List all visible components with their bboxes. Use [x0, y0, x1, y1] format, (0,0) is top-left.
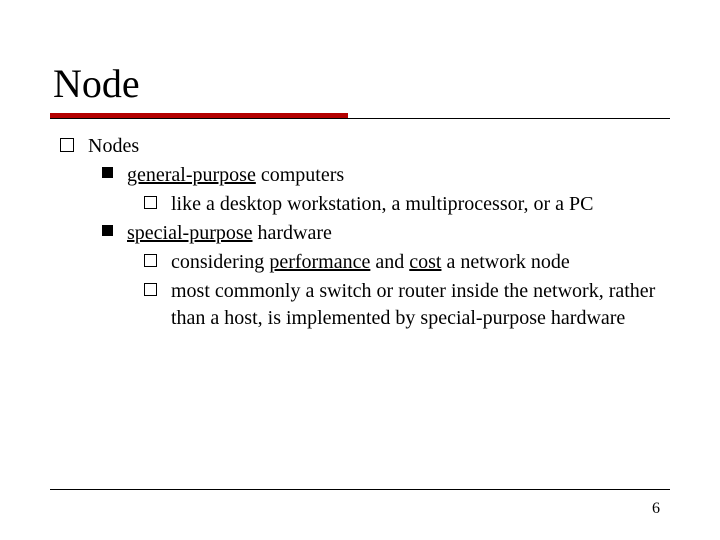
slide-body: Nodes general-purpose computers like a d…: [50, 133, 670, 332]
bullet-text: considering performance and cost a netwo…: [171, 249, 670, 276]
plain-text: computers: [256, 164, 344, 186]
bullet-level2: general-purpose computers: [102, 162, 670, 189]
square-open-icon: [144, 254, 157, 267]
title-underline-thin: [50, 118, 670, 119]
underline-text: performance: [269, 251, 370, 273]
bullet-text: general-purpose computers: [127, 162, 670, 189]
square-open-icon: [144, 196, 157, 209]
bullet-level3: considering performance and cost a netwo…: [144, 249, 670, 276]
plain-text: a network node: [441, 251, 569, 273]
slide-title: Node: [53, 60, 670, 107]
bullet-level2: special-purpose hardware: [102, 220, 670, 247]
footer-divider: [50, 489, 670, 491]
plain-text: considering: [171, 251, 269, 273]
underline-text: cost: [409, 251, 441, 273]
bullet-level1: Nodes: [60, 133, 670, 160]
page-number: 6: [652, 500, 660, 518]
bullet-text: most commonly a switch or router inside …: [171, 278, 670, 332]
underline-text: special-purpose: [127, 222, 253, 244]
title-underline: [50, 113, 670, 119]
square-open-icon: [144, 283, 157, 296]
underline-text: general-purpose: [127, 164, 256, 186]
square-open-icon: [60, 138, 74, 152]
bullet-level3: most commonly a switch or router inside …: [144, 278, 670, 332]
plain-text: and: [370, 251, 409, 273]
square-filled-icon: [102, 225, 113, 236]
plain-text: hardware: [253, 222, 332, 244]
slide: Node Nodes general-purpose computers lik…: [0, 0, 720, 540]
bullet-text: special-purpose hardware: [127, 220, 670, 247]
bullet-text: Nodes: [88, 133, 670, 160]
square-filled-icon: [102, 167, 113, 178]
bullet-level3: like a desktop workstation, a multiproce…: [144, 191, 670, 218]
bullet-text: like a desktop workstation, a multiproce…: [171, 191, 670, 218]
